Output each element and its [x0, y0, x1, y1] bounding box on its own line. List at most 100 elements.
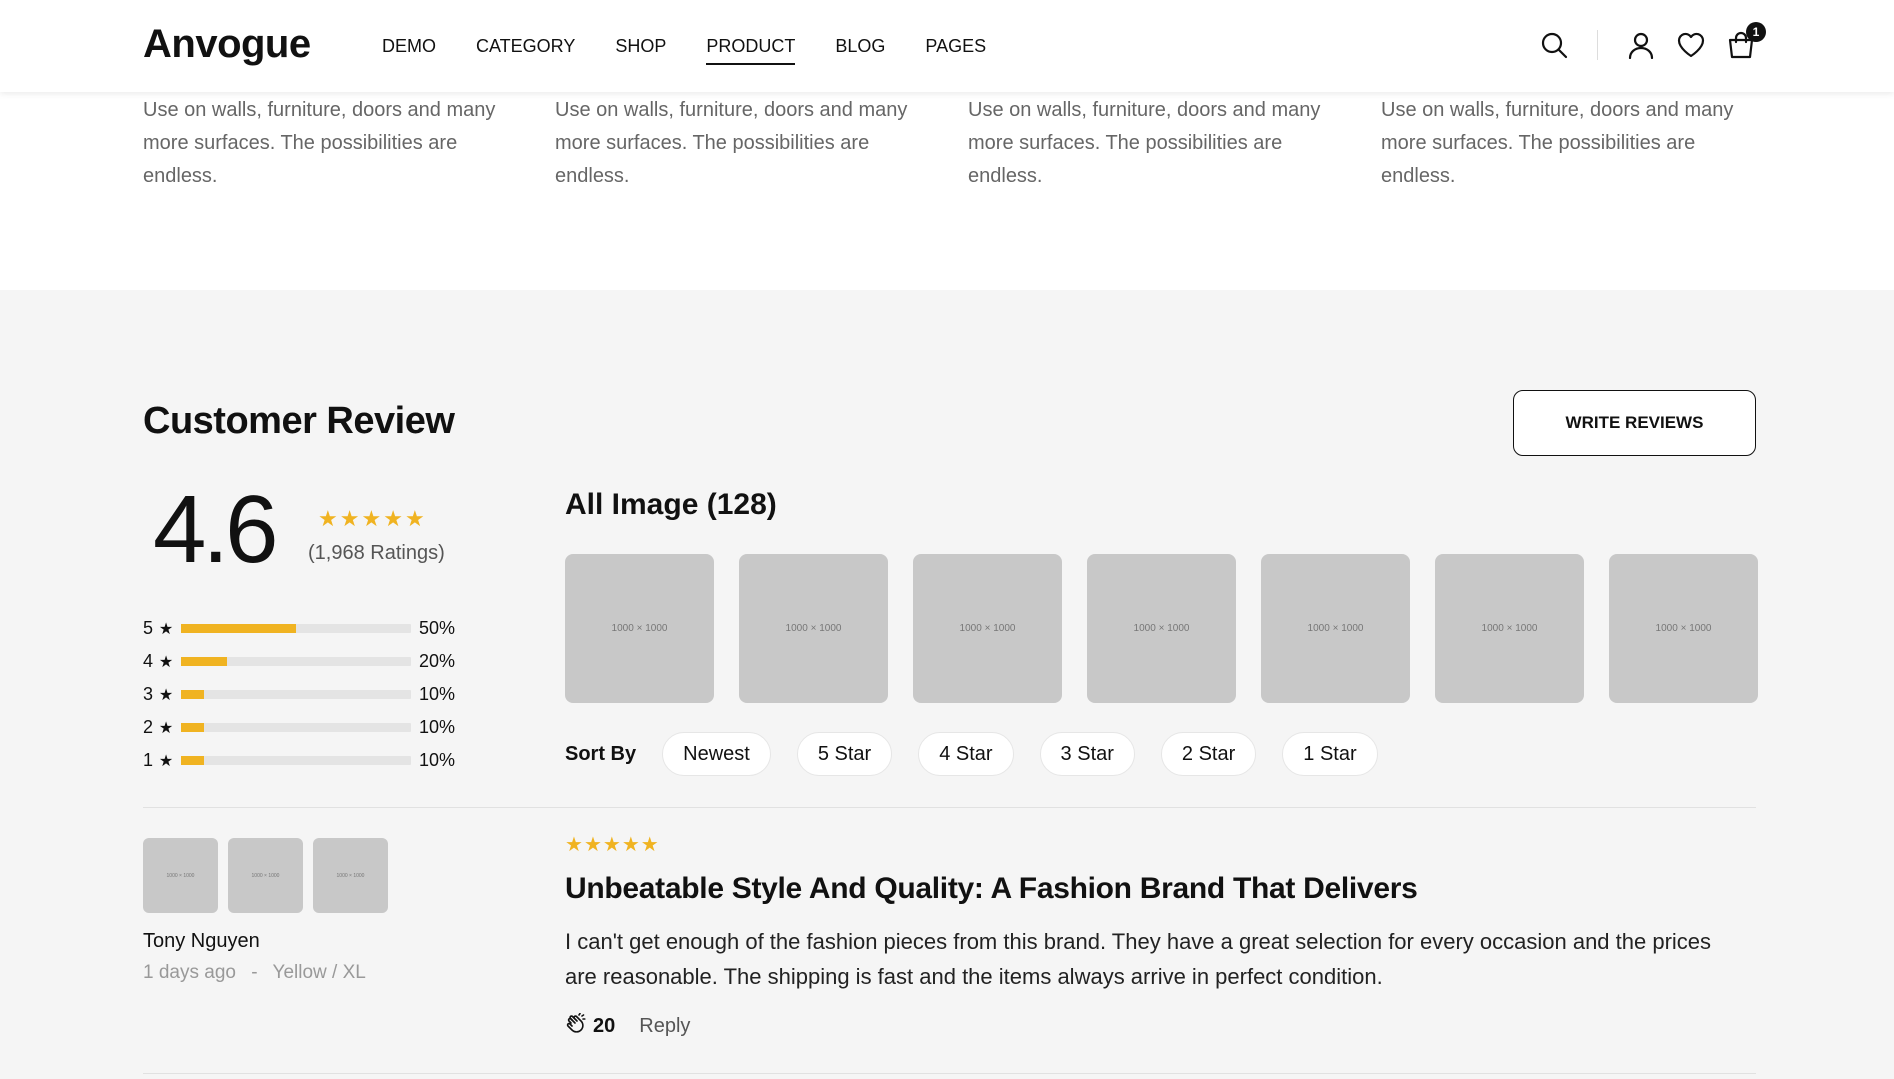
- star-icon: ★: [583, 834, 602, 856]
- rating-row-stars: 1: [143, 750, 154, 770]
- sort-option[interactable]: Newest: [662, 732, 771, 776]
- rating-row-stars: 2: [143, 717, 154, 737]
- header-divider: [1597, 30, 1598, 60]
- average-rating: 4.6: [153, 476, 278, 583]
- star-icon: ★: [158, 620, 174, 638]
- rating-row-percent: 10%: [419, 750, 456, 770]
- rating-bar-fill: [181, 723, 204, 732]
- average-stars: ★ ★ ★ ★ ★: [318, 508, 425, 530]
- feature-description: Use on walls, furniture, doors and many …: [968, 99, 1321, 187]
- header-actions: 1: [1521, 22, 1766, 62]
- sort-bar: Sort By Newest 5 Star 4 Star 3 Star 2 Star 1 …: [565, 732, 1404, 776]
- main-nav: DEMO CATEGORY SHOP PRODUCT BLOG PAGES: [382, 36, 986, 65]
- site-logo[interactable]: Anvogue: [143, 22, 311, 67]
- rating-row-percent: 20%: [419, 651, 456, 671]
- review-photo[interactable]: 1000 × 1000: [143, 838, 218, 913]
- rating-bar-fill: [181, 756, 204, 765]
- star-icon: ★: [158, 686, 174, 704]
- review-image-gallery: 1000 × 1000 1000 × 1000 1000 × 1000 1000 × …: [565, 554, 1758, 703]
- review-photo[interactable]: 1000 × 1000: [313, 838, 388, 913]
- rating-bar: [181, 624, 411, 633]
- like-count: 20: [593, 1015, 616, 1037]
- review-photo[interactable]: 1000 × 1000: [228, 838, 303, 913]
- star-icon: ★: [158, 752, 174, 770]
- rating-row-1: 1 ★ 10%: [143, 744, 463, 777]
- search-icon[interactable]: [1537, 28, 1571, 62]
- review-image-thumb[interactable]: 1000 × 1000: [1609, 554, 1758, 703]
- divider: [143, 807, 1756, 808]
- clap-icon[interactable]: [565, 1012, 587, 1040]
- sort-by-label: Sort By: [565, 742, 637, 765]
- nav-item-blog[interactable]: BLOG: [835, 36, 885, 57]
- cart-icon[interactable]: 1: [1724, 22, 1766, 62]
- sort-option[interactable]: 1 Star: [1282, 732, 1378, 776]
- rating-row-3: 3 ★ 10%: [143, 678, 463, 711]
- rating-row-2: 2 ★ 10%: [143, 711, 463, 744]
- star-icon: ★: [565, 834, 583, 856]
- star-icon: ★: [158, 719, 174, 737]
- review-actions: 20 Reply: [565, 1012, 690, 1040]
- review-time: 1 days ago: [143, 962, 236, 983]
- review-image-thumb[interactable]: 1000 × 1000: [565, 554, 714, 703]
- cart-count-badge: 1: [1746, 22, 1766, 42]
- feature-description: Use on walls, furniture, doors and many …: [555, 99, 908, 187]
- star-icon: ★: [602, 834, 621, 856]
- star-icon: ★: [383, 506, 403, 531]
- heart-icon[interactable]: [1674, 28, 1708, 62]
- star-icon: ★: [158, 653, 174, 671]
- user-icon[interactable]: [1624, 28, 1658, 62]
- sort-option[interactable]: 2 Star: [1160, 732, 1257, 776]
- star-icon: ★: [318, 506, 338, 531]
- all-images-title: All Image (128): [565, 488, 777, 521]
- review-author: Tony Nguyen: [143, 930, 260, 952]
- star-icon: ★: [621, 834, 640, 856]
- features-section: Use on walls, furniture, doors and many …: [0, 92, 1894, 290]
- star-icon: ★: [361, 506, 382, 531]
- nav-item-category[interactable]: CATEGORY: [476, 36, 575, 57]
- rating-bar: [181, 657, 411, 666]
- review-image-thumb[interactable]: 1000 × 1000: [913, 554, 1062, 703]
- review-meta-separator: -: [251, 962, 258, 983]
- rating-row-5: 5 ★ 50%: [143, 612, 463, 645]
- sort-option[interactable]: 5 Star: [796, 732, 893, 776]
- review-variant: Yellow / XL: [272, 962, 366, 983]
- sort-option[interactable]: 3 Star: [1039, 732, 1135, 776]
- rating-row-stars: 5: [143, 618, 154, 638]
- ratings-count: (1,968 Ratings): [308, 542, 445, 564]
- review-images: 1000 × 1000 1000 × 1000 1000 × 1000: [143, 838, 388, 913]
- review-stars: ★ ★ ★ ★ ★: [565, 835, 659, 855]
- rating-bar: [181, 756, 411, 765]
- rating-row-stars: 3: [143, 684, 154, 704]
- review-heading: Unbeatable Style And Quality: A Fashion …: [565, 872, 1418, 905]
- review-meta: 1 days ago - Yellow / XL: [143, 962, 366, 984]
- reply-button[interactable]: Reply: [639, 1015, 690, 1038]
- rating-bar-fill: [181, 657, 227, 666]
- review-image-thumb[interactable]: 1000 × 1000: [1261, 554, 1410, 703]
- review-body: I can't get enough of the fashion pieces…: [565, 929, 1712, 989]
- rating-row-percent: 10%: [419, 717, 456, 737]
- divider: [143, 1073, 1756, 1074]
- rating-row-4: 4 ★ 20%: [143, 645, 463, 678]
- rating-distribution: 5 ★ 50% 4 ★ 20% 3 ★ 10% 2 ★ 10% 1 ★ 10%: [143, 612, 463, 777]
- rating-bar-fill: [181, 690, 204, 699]
- nav-item-demo[interactable]: DEMO: [382, 36, 436, 57]
- star-icon: ★: [404, 506, 425, 531]
- review-image-thumb[interactable]: 1000 × 1000: [1435, 554, 1584, 703]
- write-reviews-button[interactable]: WRITE REVIEWS: [1513, 390, 1756, 456]
- sort-option[interactable]: 4 Star: [918, 732, 1014, 776]
- star-icon: ★: [339, 506, 360, 531]
- nav-item-pages[interactable]: PAGES: [925, 36, 986, 57]
- star-icon: ★: [640, 834, 659, 856]
- feature-description: Use on walls, furniture, doors and many …: [143, 99, 496, 187]
- site-header: Anvogue DEMO CATEGORY SHOP PRODUCT BLOG …: [0, 0, 1894, 92]
- rating-row-percent: 10%: [419, 684, 456, 704]
- rating-bar-fill: [181, 624, 296, 633]
- nav-item-shop[interactable]: SHOP: [615, 36, 666, 57]
- review-image-thumb[interactable]: 1000 × 1000: [1087, 554, 1236, 703]
- feature-description: Use on walls, furniture, doors and many …: [1381, 99, 1734, 187]
- nav-item-product[interactable]: PRODUCT: [706, 36, 796, 65]
- rating-bar: [181, 723, 411, 732]
- rating-bar: [181, 690, 411, 699]
- review-image-thumb[interactable]: 1000 × 1000: [739, 554, 888, 703]
- customer-review-section: Customer Review WRITE REVIEWS 4.6 ★ ★ ★ …: [0, 290, 1894, 1079]
